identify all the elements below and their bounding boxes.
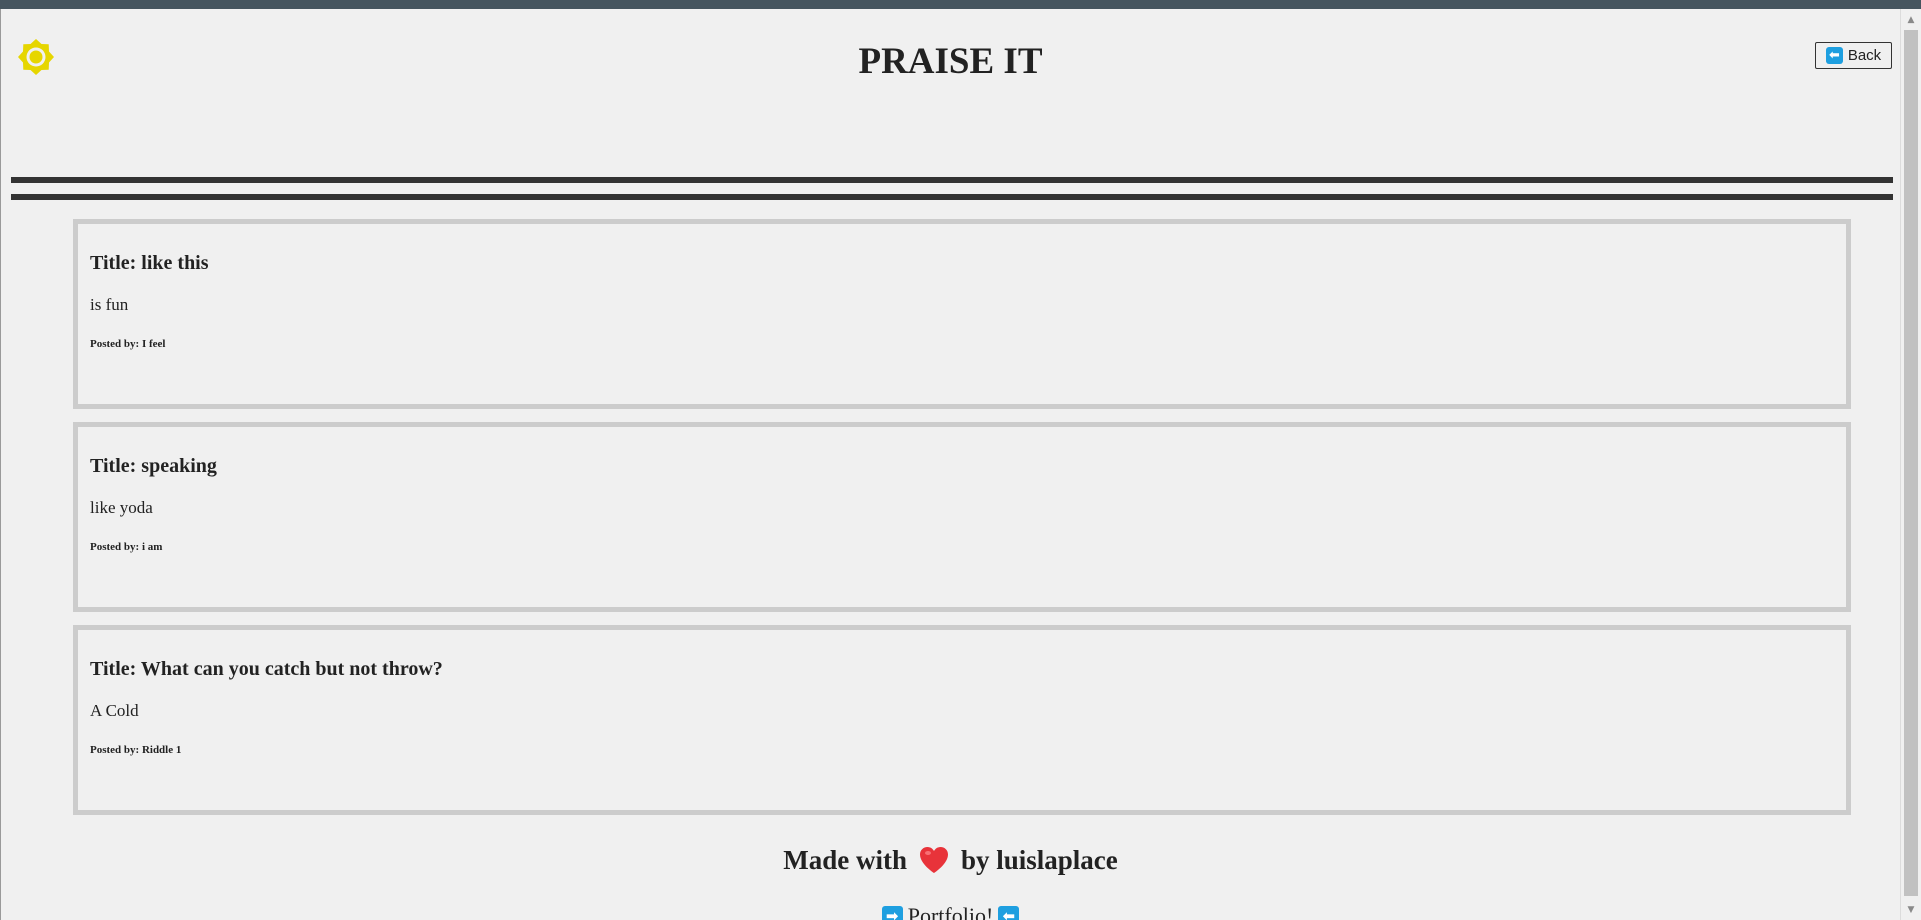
post-body: A Cold xyxy=(90,701,139,720)
made-with-credit: Made with by luislaplace xyxy=(1,842,1900,878)
arrow-right-icon: ➡ xyxy=(881,905,903,920)
post-body: is fun xyxy=(90,295,129,314)
post-title: Title: like this xyxy=(90,252,209,274)
post-card: Title: speaking like yoda Posted by: i a… xyxy=(73,422,1851,612)
header-divider-top xyxy=(11,177,1893,183)
post-author: Posted by: I feel xyxy=(90,338,166,350)
vertical-scrollbar[interactable]: ▲ ▼ xyxy=(1900,9,1921,920)
made-with-suffix: by luislaplace xyxy=(960,845,1118,875)
page-viewport: PRAISE IT ⬅ Back Title: like this is fun… xyxy=(1,9,1900,920)
post-author: Posted by: Riddle 1 xyxy=(90,744,182,756)
scroll-up-icon[interactable]: ▲ xyxy=(1901,11,1921,28)
scroll-down-icon[interactable]: ▼ xyxy=(1901,901,1921,918)
arrow-left-icon: ⬅ xyxy=(1825,47,1843,64)
made-with-prefix: Made with xyxy=(783,845,907,875)
back-button-label: Back xyxy=(1847,47,1882,64)
post-title: Title: speaking xyxy=(90,455,217,477)
scrollbar-thumb[interactable] xyxy=(1904,30,1918,896)
portfolio-label: Portfolio! xyxy=(907,903,994,920)
back-button[interactable]: ⬅ Back xyxy=(1815,42,1892,69)
header-divider-bottom xyxy=(11,194,1893,200)
browser-top-bar xyxy=(0,0,1921,9)
post-author: Posted by: i am xyxy=(90,541,163,553)
post-card: Title: What can you catch but not throw?… xyxy=(73,625,1851,815)
page-title: PRAISE IT xyxy=(858,41,1043,82)
post-card: Title: like this is fun Posted by: I fee… xyxy=(73,219,1851,409)
portfolio-link[interactable]: ➡ Portfolio! ⬅ xyxy=(1,902,1900,920)
post-list: Title: like this is fun Posted by: I fee… xyxy=(73,219,1851,828)
arrow-left-icon: ⬅ xyxy=(998,905,1020,920)
post-body: like yoda xyxy=(90,498,153,517)
heart-icon xyxy=(919,847,948,873)
post-title: Title: What can you catch but not throw? xyxy=(90,658,443,680)
